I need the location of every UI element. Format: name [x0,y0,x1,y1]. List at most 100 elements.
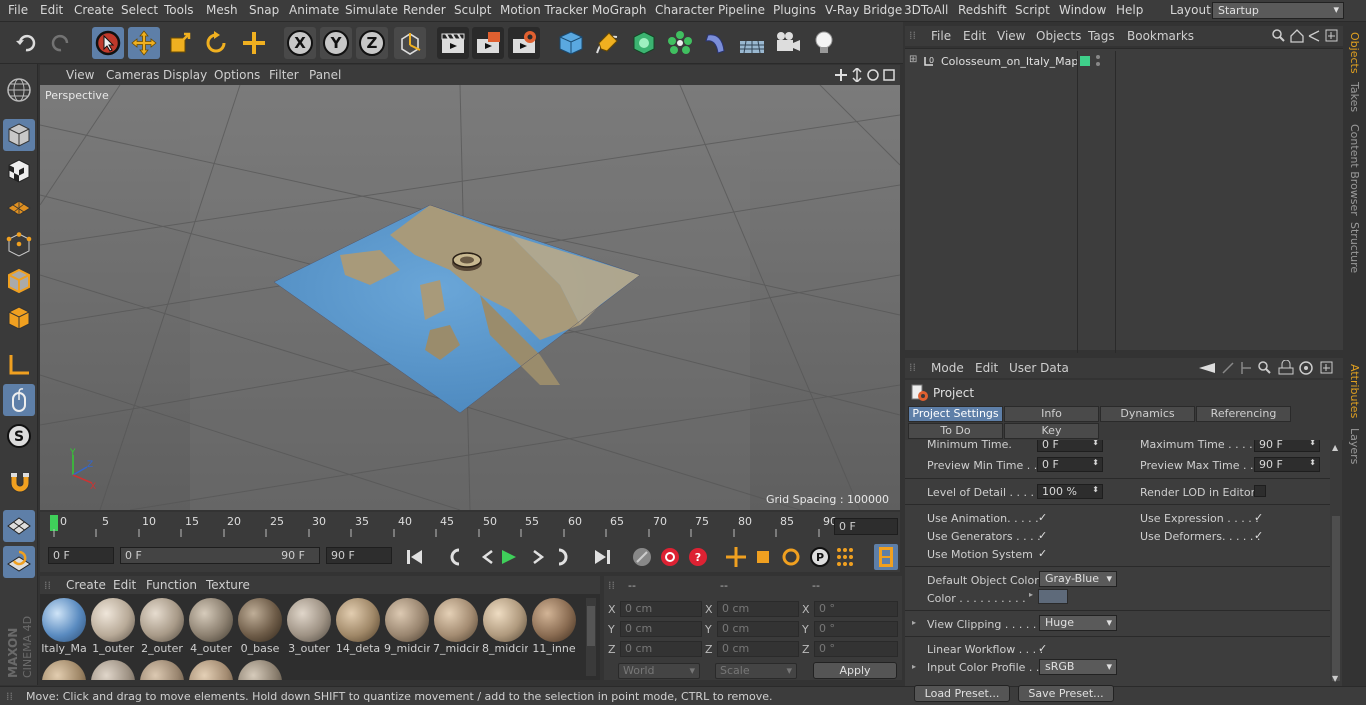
object-row[interactable]: ⊞ 0 Colosseum_on_Italy_Map [905,51,1343,353]
material-item[interactable] [237,660,283,680]
tab-key-interpolation[interactable]: Key Interpolation [1004,423,1099,451]
menu-redshift[interactable]: Redshift [958,3,1007,17]
edges-mode-button[interactable] [3,265,35,297]
attributes-menu-user-data[interactable]: User Data [1009,361,1069,375]
tab-attributes[interactable]: Attributes [1348,364,1361,418]
tab-structure[interactable]: Structure [1348,222,1361,273]
menu-character[interactable]: Character [655,3,714,17]
attribute-nav-icons[interactable] [1197,360,1341,376]
apply-button[interactable]: Apply [813,662,897,679]
use-expression-checkbox[interactable]: ✓ [1254,512,1266,524]
use-animation-checkbox[interactable]: ✓ [1038,512,1050,524]
floor-object-button[interactable] [736,27,768,59]
points-mode-button[interactable] [3,229,35,261]
material-item[interactable]: 8_midcir [482,598,528,655]
object-manager-nav-icons[interactable] [1271,28,1339,44]
workplane-mode-button[interactable] [3,192,35,224]
redo-button[interactable] [45,27,77,59]
menu-motion-tracker[interactable]: Motion Tracker [500,3,588,17]
position-x-field[interactable]: 0 cm [620,601,702,617]
default-object-color-select[interactable]: Gray-Blue ▾ [1039,571,1117,587]
timeline-ruler[interactable]: 0 5 10 15 20 25 30 35 40 45 50 55 60 65 … [50,515,837,531]
axis-mode-button[interactable] [3,349,35,381]
tab-referencing[interactable]: Referencing [1196,406,1291,422]
minimum-time-field[interactable]: 0 F ⬍ [1037,440,1103,452]
render-settings-button[interactable] [508,27,540,59]
tab-dynamics[interactable]: Dynamics [1100,406,1195,422]
objects-menu-objects[interactable]: Objects [1036,29,1081,43]
cube-object-button[interactable] [555,27,587,59]
expand-arrow-icon[interactable]: ▸ [912,618,916,627]
colosseum-model[interactable] [452,252,482,271]
viewport-nav-icons[interactable] [835,68,897,82]
scroll-up-icon[interactable]: ▲ [1332,443,1338,452]
magnet-snap-button[interactable] [3,466,35,498]
menu-script[interactable]: Script [1015,3,1050,17]
material-menu-function[interactable]: Function [146,578,197,592]
material-menu-create[interactable]: Create [66,578,106,592]
menu-edit[interactable]: Edit [40,3,63,17]
viewport-scene[interactable]: Y Z X [40,85,900,510]
attributes-menu-edit[interactable]: Edit [975,361,998,375]
viewport-menu-filter[interactable]: Filter [269,68,299,82]
size-x-field[interactable]: 0 cm [717,601,799,617]
timeline[interactable]: 0 5 10 15 20 25 30 35 40 45 50 55 60 65 … [40,512,900,542]
menu-vray-bridge[interactable]: V-Ray Bridge [825,3,902,17]
quantize-button[interactable] [3,546,35,578]
objects-menu-tags[interactable]: Tags [1088,29,1115,43]
record-buttons[interactable]: ? [630,545,710,569]
keyframe-filters[interactable]: P [724,545,864,569]
use-motion-system-checkbox[interactable]: ✓ [1038,548,1050,560]
material-item[interactable]: 4_outer [188,598,234,655]
layout-select[interactable]: Startup ▾ [1212,2,1344,19]
size-y-field[interactable]: 0 cm [717,621,799,637]
model-mode-button[interactable] [3,119,35,151]
perspective-viewport[interactable]: Y Z X Perspective Grid Spacing : 100000 … [40,85,900,510]
recent-tool-button[interactable] [238,27,270,59]
menu-snap[interactable]: Snap [249,3,279,17]
live-selection-button[interactable] [92,27,124,59]
menu-mograph[interactable]: MoGraph [592,3,647,17]
rotation-p-field[interactable]: 0 ° [814,621,898,637]
tweak-mode-button[interactable] [3,384,35,416]
material-menu-edit[interactable]: Edit [113,578,136,592]
menu-select[interactable]: Select [121,3,158,17]
menu-simulate[interactable]: Simulate [345,3,398,17]
material-item[interactable] [41,660,87,680]
objects-menu-view[interactable]: View [997,29,1025,43]
material-item[interactable] [90,660,136,680]
object-tree[interactable]: ⊞ 0 Colosseum_on_Italy_Map [905,48,1343,353]
scrollbar-thumb[interactable] [587,606,595,646]
input-color-profile-select[interactable]: sRGB ▾ [1039,659,1117,675]
light-object-button[interactable] [808,27,840,59]
material-item[interactable]: 3_outer [286,598,332,655]
rotation-b-field[interactable]: 0 ° [814,641,898,657]
view-clipping-select[interactable]: Huge ▾ [1039,615,1117,631]
menu-animate[interactable]: Animate [289,3,339,17]
viewport-menu-options[interactable]: Options [214,68,260,82]
expand-icon[interactable]: ⊞ [909,54,917,65]
size-mode-select[interactable]: Scale ▾ [715,663,797,679]
color-swatch[interactable] [1038,589,1068,604]
menu-file[interactable]: File [8,3,28,17]
menu-tools[interactable]: Tools [164,3,194,17]
timeline-toggle-button[interactable] [874,544,898,570]
attribute-scrollbar[interactable]: ▲ ▼ [1330,440,1342,686]
visibility-render-dot[interactable] [1096,62,1100,66]
tab-info[interactable]: Info [1004,406,1099,422]
start-frame-field[interactable]: 0 F [48,547,114,564]
scale-tool-button[interactable] [164,27,196,59]
scroll-down-icon[interactable]: ▼ [1332,674,1338,683]
undo-button[interactable] [10,27,42,59]
subdivision-surface-button[interactable] [628,27,660,59]
position-z-field[interactable]: 0 cm [620,641,702,657]
position-y-field[interactable]: 0 cm [620,621,702,637]
linear-workflow-checkbox[interactable]: ✓ [1038,643,1050,655]
spline-pen-button[interactable] [591,27,623,59]
x-axis-lock-button[interactable]: X [284,27,316,59]
material-item[interactable]: 9_midcir [384,598,430,655]
tab-takes[interactable]: Takes [1348,82,1361,112]
material-item[interactable]: 7_midcir [433,598,479,655]
material-item[interactable] [139,660,185,680]
use-deformers-checkbox[interactable]: ✓ [1254,530,1266,542]
